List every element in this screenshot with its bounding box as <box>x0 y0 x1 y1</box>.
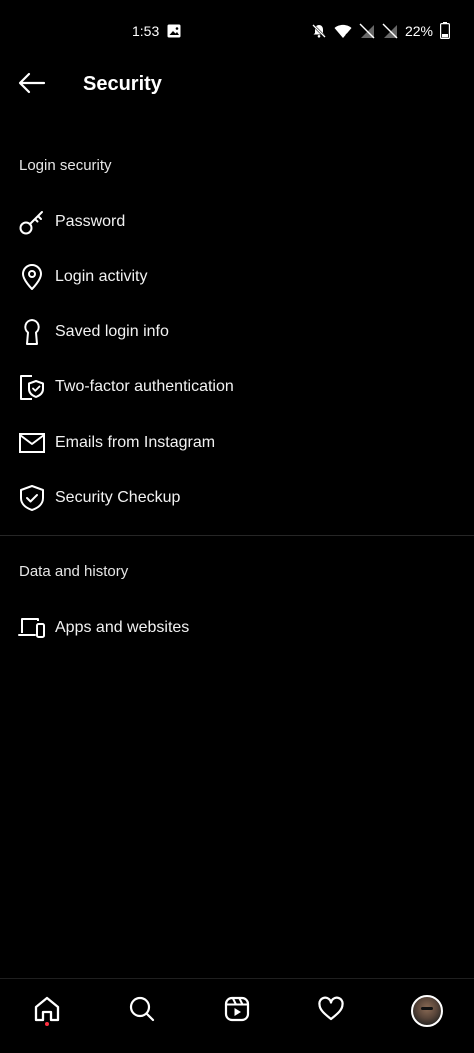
section-title-login-security: Login security <box>19 157 112 174</box>
status-icons: 22% <box>311 22 450 39</box>
keyhole-icon <box>17 317 47 347</box>
no-sim-icon <box>382 23 398 39</box>
menu-item-label: Security Checkup <box>55 489 181 506</box>
menu-item-saved-login-info[interactable]: Saved login info <box>0 307 474 357</box>
status-time: 1:53 <box>132 23 160 39</box>
profile-avatar <box>411 995 443 1027</box>
section-divider <box>0 535 474 536</box>
battery-icon <box>440 22 450 39</box>
menu-item-password[interactable]: Password <box>0 197 474 247</box>
menu-item-login-activity[interactable]: Login activity <box>0 252 474 302</box>
header: Security <box>0 60 474 110</box>
menu-item-label: Password <box>55 213 126 230</box>
search-icon <box>128 995 156 1028</box>
battery-percent: 22% <box>404 22 433 39</box>
devices-icon <box>17 613 47 643</box>
section-title-data-and-history: Data and history <box>19 563 129 580</box>
home-notification-dot <box>45 1022 49 1026</box>
key-icon <box>17 207 47 237</box>
menu-item-label: Emails from Instagram <box>55 434 216 451</box>
reels-icon <box>223 995 251 1028</box>
status-bar: 1:53 22% <box>0 0 474 64</box>
nav-activity-button[interactable] <box>311 991 351 1031</box>
shield-check-icon <box>17 483 47 513</box>
menu-item-label: Two-factor authentication <box>55 378 234 395</box>
no-sim-icon <box>359 23 375 39</box>
menu-item-label: Saved login info <box>55 323 169 340</box>
bell-off-icon <box>311 23 327 39</box>
envelope-icon <box>17 428 47 458</box>
menu-item-security-checkup[interactable]: Security Checkup <box>0 473 474 523</box>
menu-item-label: Login activity <box>55 268 148 285</box>
menu-item-label: Apps and websites <box>55 619 190 636</box>
nav-profile-button[interactable] <box>407 991 447 1031</box>
page-title: Security <box>83 73 162 95</box>
two-factor-shield-icon <box>17 372 47 402</box>
menu-item-emails-from-instagram[interactable]: Emails from Instagram <box>0 418 474 468</box>
nav-reels-button[interactable] <box>217 991 257 1031</box>
image-icon <box>167 24 181 38</box>
menu-item-apps-and-websites[interactable]: Apps and websites <box>0 603 474 653</box>
wifi-icon <box>334 23 352 39</box>
location-pin-icon <box>17 262 47 292</box>
back-button[interactable] <box>14 70 50 100</box>
nav-search-button[interactable] <box>122 991 162 1031</box>
heart-icon <box>317 996 345 1027</box>
arrow-left-icon <box>18 72 46 99</box>
menu-item-two-factor-authentication[interactable]: Two-factor authentication <box>0 362 474 412</box>
bottom-navigation <box>0 978 474 1053</box>
